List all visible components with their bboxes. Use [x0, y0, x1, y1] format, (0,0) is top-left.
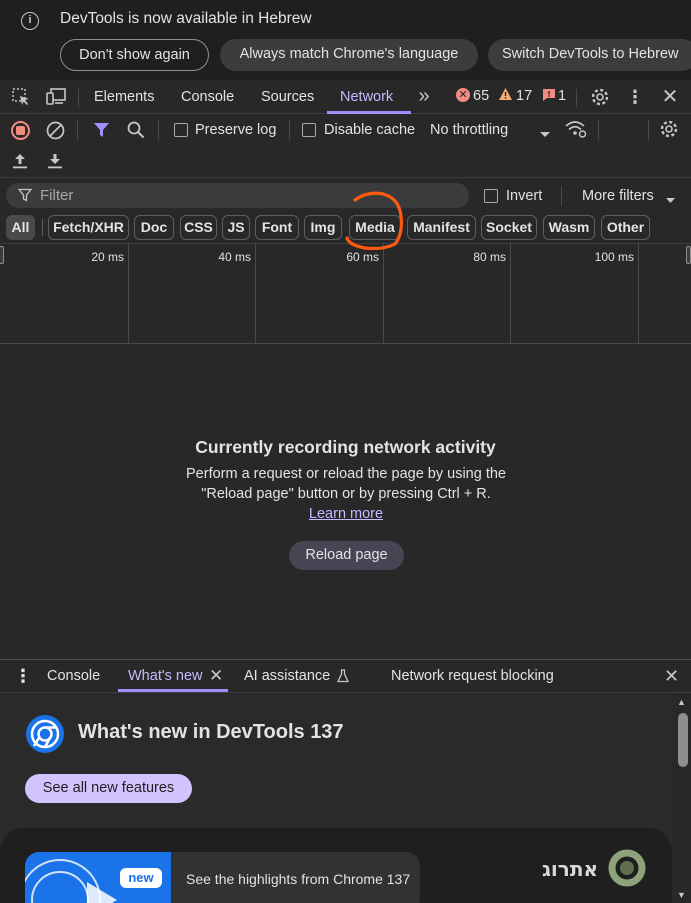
active-drawer-tab-indicator [118, 689, 228, 692]
device-toolbar-icon[interactable] [42, 80, 70, 114]
timeline-tick-label: 20 ms [91, 250, 124, 264]
scroll-up-arrow-icon[interactable]: ▲ [677, 697, 686, 707]
more-tabs-icon[interactable]: » [412, 79, 436, 113]
disable-cache-checkbox[interactable] [302, 123, 316, 137]
error-icon: ✕ [456, 88, 470, 102]
timeline-left-handle[interactable] [0, 246, 4, 264]
chevron-down-icon[interactable] [665, 192, 676, 210]
tab-sources[interactable]: Sources [261, 80, 314, 114]
etrog-watermark-logo: אתרוג [542, 849, 646, 887]
filter-funnel-icon [17, 188, 33, 207]
settings-gear-icon[interactable] [588, 80, 612, 114]
more-options-kebab-icon[interactable]: ⋮ [624, 80, 646, 114]
empty-state-description: Perform a request or reload the page by … [186, 464, 506, 524]
tabbar-divider [78, 89, 79, 107]
new-badge: new [120, 868, 162, 888]
disable-cache-label: Disable cache [324, 122, 416, 138]
timeline-gridline [510, 243, 511, 344]
drawer-tab-console[interactable]: Console [47, 659, 100, 693]
close-devtools-icon[interactable]: ✕ [658, 80, 682, 114]
drawer-tab-whats-new[interactable]: What's new [128, 659, 203, 693]
drawer-scrollbar-thumb[interactable] [678, 713, 688, 767]
switch-to-hebrew-button[interactable]: Switch DevTools to Hebrew [488, 39, 691, 71]
timeline-tick-label: 100 ms [594, 250, 634, 264]
watermark-text: אתרוג [542, 857, 598, 881]
timeline-tick-label: 80 ms [473, 250, 506, 264]
filter-funnel-icon[interactable] [93, 121, 110, 144]
dont-show-again-button[interactable]: Don't show again [60, 39, 209, 71]
timeline-gridline [128, 243, 129, 344]
network-toolbar-secondary [0, 146, 691, 178]
drawer-tab-ai-assistance[interactable]: AI assistance [244, 659, 330, 693]
type-filter-all[interactable]: All [6, 215, 35, 240]
toolbar-divider [561, 186, 562, 206]
drawer-menu-kebab-icon[interactable]: ⋮ [14, 659, 32, 693]
preserve-log-checkbox[interactable] [174, 123, 188, 137]
toolbar-divider [289, 120, 290, 140]
issues-count[interactable]: 1 [558, 79, 566, 113]
timeline-right-handle[interactable] [686, 246, 691, 264]
type-filter-other[interactable]: Other [601, 215, 650, 240]
drawer-tab-network-request-blocking[interactable]: Network request blocking [391, 659, 554, 693]
toolbar-divider [77, 120, 78, 140]
timeline-gridline [383, 243, 384, 344]
highlight-card-text: See the highlights from Chrome 137 [186, 871, 411, 887]
timeline-gridline [255, 243, 256, 344]
preserve-log-label: Preserve log [195, 122, 277, 138]
inspect-element-icon[interactable] [8, 80, 34, 114]
chip-divider [42, 219, 43, 236]
toolbar-divider [158, 120, 159, 140]
toolbar-divider [598, 120, 599, 140]
filter-input[interactable] [40, 183, 460, 208]
more-filters-dropdown[interactable]: More filters [582, 180, 654, 212]
network-conditions-wifi-icon[interactable] [564, 119, 588, 144]
search-icon[interactable] [127, 121, 145, 144]
type-filter-img[interactable]: Img [304, 215, 342, 240]
type-filter-wasm[interactable]: Wasm [543, 215, 595, 240]
timeline-tick-label: 40 ms [218, 250, 251, 264]
type-filter-manifest[interactable]: Manifest [407, 215, 476, 240]
timeline-tick-label: 60 ms [346, 250, 379, 264]
reload-page-button[interactable]: Reload page [289, 541, 404, 570]
type-filter-media[interactable]: Media [349, 215, 401, 240]
infobar-message: DevTools is now available in Hebrew [60, 10, 312, 27]
info-icon: i [21, 12, 39, 30]
network-settings-gear-icon[interactable] [659, 119, 679, 144]
close-drawer-icon[interactable]: ✕ [664, 659, 679, 693]
tab-network[interactable]: Network [340, 80, 393, 114]
empty-state-title: Currently recording network activity [195, 437, 496, 457]
scroll-down-arrow-icon[interactable]: ▼ [677, 890, 686, 900]
toolbar-divider [648, 120, 649, 140]
see-all-new-features-button[interactable]: See all new features [25, 774, 192, 803]
learn-more-link[interactable]: Learn more [309, 506, 383, 522]
always-match-language-button[interactable]: Always match Chrome's language [220, 39, 478, 71]
type-filter-font[interactable]: Font [255, 215, 299, 240]
type-filter-js[interactable]: JS [222, 215, 250, 240]
issues-icon [542, 88, 556, 107]
clear-log-icon[interactable] [46, 121, 65, 145]
chevron-down-icon[interactable] [539, 126, 551, 144]
export-har-download-icon[interactable] [46, 152, 64, 175]
throttling-select[interactable]: No throttling [430, 114, 508, 146]
record-stop-icon[interactable] [11, 121, 30, 140]
empty-state-text: Perform a request or reload the page by … [186, 466, 506, 502]
type-filter-fetch-xhr[interactable]: Fetch/XHR [48, 215, 129, 240]
type-filter-css[interactable]: CSS [180, 215, 217, 240]
tab-console[interactable]: Console [181, 80, 234, 114]
tabbar-divider [576, 89, 577, 107]
type-filter-doc[interactable]: Doc [134, 215, 174, 240]
warning-count[interactable]: 17 [516, 79, 532, 113]
tab-elements[interactable]: Elements [94, 80, 154, 114]
type-filter-socket[interactable]: Socket [481, 215, 537, 240]
chrome-devtools-logo-icon [26, 715, 64, 753]
warning-icon [498, 87, 513, 106]
invert-label: Invert [506, 188, 543, 204]
timeline-gridline [638, 243, 639, 344]
whats-new-title: What's new in DevTools 137 [78, 721, 344, 743]
import-har-upload-icon[interactable] [11, 152, 29, 175]
close-tab-icon[interactable]: ✕ [209, 659, 223, 693]
flask-icon [336, 669, 350, 688]
error-count[interactable]: 65 [473, 79, 489, 113]
invert-checkbox[interactable] [484, 189, 498, 203]
